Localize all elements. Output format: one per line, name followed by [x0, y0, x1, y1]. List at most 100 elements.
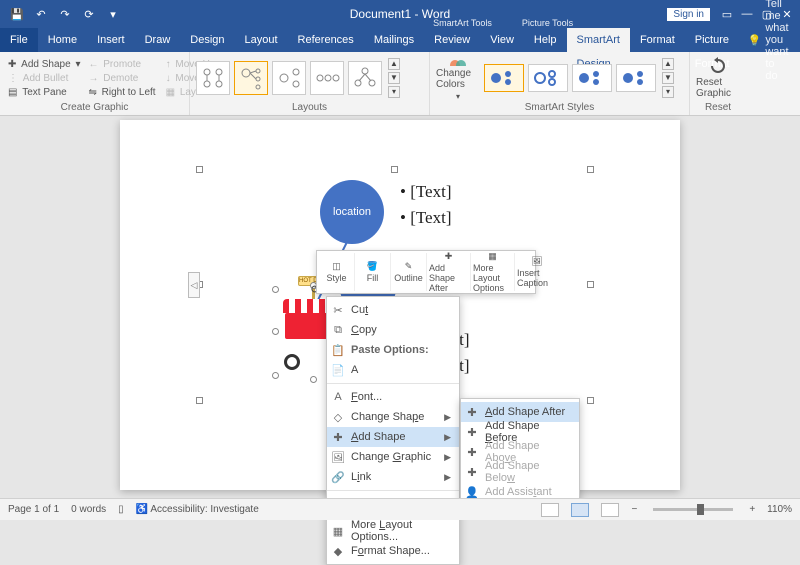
- ctx-change-shape[interactable]: ◇Change Shape▶: [327, 407, 459, 427]
- change-colors-button[interactable]: Change Colors▾: [436, 55, 480, 101]
- ctx-paste-option[interactable]: 📄A: [327, 360, 459, 380]
- style-option[interactable]: [572, 64, 612, 92]
- tab-help[interactable]: Help: [524, 28, 567, 52]
- smartart-bullet[interactable]: [Text]: [400, 208, 452, 228]
- layout-option[interactable]: [272, 61, 306, 95]
- view-web-layout[interactable]: [601, 503, 619, 517]
- group-label-layouts: Layouts: [196, 102, 423, 115]
- resize-handle[interactable]: [272, 328, 279, 335]
- tab-draw[interactable]: Draw: [135, 28, 181, 52]
- style-option[interactable]: [528, 64, 568, 92]
- resize-handle[interactable]: [310, 376, 317, 383]
- ribbon-options-icon[interactable]: ▭: [718, 5, 736, 23]
- status-page[interactable]: Page 1 of 1: [8, 504, 59, 515]
- ctx-add-shape[interactable]: ✚Add Shape▶: [327, 427, 459, 447]
- ctx-format-shape[interactable]: ◆Format Shape...: [327, 541, 459, 561]
- layout-option-selected[interactable]: [234, 61, 268, 95]
- tab-insert[interactable]: Insert: [87, 28, 135, 52]
- styles-more[interactable]: ▾: [662, 86, 674, 98]
- text-pane-toggle[interactable]: ◁: [188, 272, 200, 298]
- tab-layout[interactable]: Layout: [235, 28, 288, 52]
- smartart-tools-supertab[interactable]: SmartArt Tools: [420, 18, 505, 28]
- tab-mailings[interactable]: Mailings: [364, 28, 424, 52]
- submenu-add-before[interactable]: ✚Add Shape Before: [461, 422, 579, 442]
- text-pane-button[interactable]: ▤ Text Pane: [6, 86, 82, 99]
- status-accessibility[interactable]: ♿ Accessibility: Investigate: [136, 504, 259, 515]
- tab-references[interactable]: References: [288, 28, 364, 52]
- sign-in-button[interactable]: Sign in: [667, 8, 710, 21]
- undo-icon[interactable]: ↶: [32, 5, 50, 23]
- layout-option[interactable]: [348, 61, 382, 95]
- mini-more-layout-button[interactable]: ▦More Layout Options: [471, 253, 515, 291]
- styles-scroll-up[interactable]: ▲: [662, 58, 674, 70]
- styles-scroll-down[interactable]: ▼: [662, 72, 674, 84]
- style-option-selected[interactable]: [484, 64, 524, 92]
- ctx-more-layout[interactable]: ▦More Layout Options...: [327, 521, 459, 541]
- zoom-out-button[interactable]: −: [631, 504, 637, 515]
- right-to-left-button[interactable]: ⇋ Right to Left: [86, 86, 159, 99]
- layouts-scroll-up[interactable]: ▲: [388, 58, 400, 70]
- zoom-level[interactable]: 110%: [767, 504, 792, 515]
- fill-icon: 🪣: [367, 261, 378, 272]
- zoom-in-button[interactable]: +: [749, 504, 755, 515]
- zoom-slider[interactable]: [653, 508, 733, 511]
- cut-icon: ✂: [331, 304, 345, 317]
- view-read-mode[interactable]: [541, 503, 559, 517]
- ctx-font[interactable]: AFont...: [327, 387, 459, 407]
- tab-file[interactable]: File: [0, 28, 38, 52]
- layouts-more[interactable]: ▾: [388, 86, 400, 98]
- resize-handle[interactable]: [587, 166, 594, 173]
- tell-me-search[interactable]: 💡Tell me what you want to do: [748, 0, 789, 82]
- refresh-icon[interactable]: ⟳: [80, 5, 98, 23]
- tab-smartart-design[interactable]: SmartArt Design: [567, 28, 630, 52]
- ctx-link[interactable]: 🔗Link▶: [327, 467, 459, 487]
- picture-tools-supertab[interactable]: Picture Tools: [505, 18, 590, 28]
- status-bar: Page 1 of 1 0 words ▯ ♿ Accessibility: I…: [0, 498, 800, 520]
- tab-home[interactable]: Home: [38, 28, 87, 52]
- ctx-cut[interactable]: ✂Cut: [327, 300, 459, 320]
- resize-handle[interactable]: [587, 281, 594, 288]
- reset-graphic-button[interactable]: Reset Graphic: [696, 55, 740, 101]
- resize-handle[interactable]: [196, 397, 203, 404]
- format-shape-icon: ◆: [331, 545, 345, 558]
- redo-icon[interactable]: ↷: [56, 5, 74, 23]
- resize-handle[interactable]: [272, 372, 279, 379]
- resize-handle[interactable]: [391, 166, 398, 173]
- paste-icon: 📋: [331, 344, 345, 357]
- smartart-bullet[interactable]: [Text]: [400, 182, 452, 202]
- style-option[interactable]: [616, 64, 656, 92]
- mini-add-shape-after-button[interactable]: ✚Add Shape After: [427, 253, 471, 291]
- mini-style-button[interactable]: ◫Style: [319, 253, 355, 291]
- change-shape-icon: ◇: [331, 411, 345, 424]
- ribbon-tabs: File Home Insert Draw Design Layout Refe…: [0, 28, 800, 52]
- mini-insert-caption-button[interactable]: 🖼Insert Caption: [515, 253, 559, 291]
- submenu-add-after[interactable]: ✚Add Shape After: [461, 402, 579, 422]
- status-wordcount[interactable]: 0 words: [71, 504, 106, 515]
- resize-handle[interactable]: [272, 286, 279, 293]
- layouts-scroll-down[interactable]: ▼: [388, 72, 400, 84]
- mini-fill-button[interactable]: 🪣Fill: [355, 253, 391, 291]
- mini-toolbar: ◫Style 🪣Fill ✎Outline ✚Add Shape After ▦…: [316, 250, 536, 294]
- resize-handle[interactable]: [587, 397, 594, 404]
- link-icon: 🔗: [331, 471, 345, 484]
- resize-handle[interactable]: [196, 166, 203, 173]
- tab-design[interactable]: Design: [180, 28, 234, 52]
- tab-review[interactable]: Review: [424, 28, 480, 52]
- context-menu: ✂Cut ⧉Copy 📋Paste Options: 📄A AFont... ◇…: [326, 296, 460, 565]
- submenu-add-below: ✚Add Shape Below: [461, 462, 579, 482]
- add-shape-button[interactable]: ✚ Add Shape ▾: [6, 58, 82, 71]
- mini-outline-button[interactable]: ✎Outline: [391, 253, 427, 291]
- status-language-icon[interactable]: ▯: [118, 504, 124, 515]
- paste-option-icon: 📄: [331, 364, 345, 377]
- save-icon[interactable]: 💾: [8, 5, 26, 23]
- ctx-copy[interactable]: ⧉Copy: [327, 320, 459, 340]
- view-print-layout[interactable]: [571, 503, 589, 517]
- layout-option[interactable]: [196, 61, 230, 95]
- tab-picture-format[interactable]: Picture Format: [685, 28, 740, 52]
- tab-view[interactable]: View: [480, 28, 524, 52]
- ctx-change-graphic[interactable]: 🖼Change Graphic▶: [327, 447, 459, 467]
- share-button[interactable]: 🔗Share: [789, 34, 800, 47]
- tab-format[interactable]: Format: [630, 28, 685, 52]
- layout-option[interactable]: [310, 61, 344, 95]
- qat-dropdown-icon[interactable]: ▾: [104, 5, 122, 23]
